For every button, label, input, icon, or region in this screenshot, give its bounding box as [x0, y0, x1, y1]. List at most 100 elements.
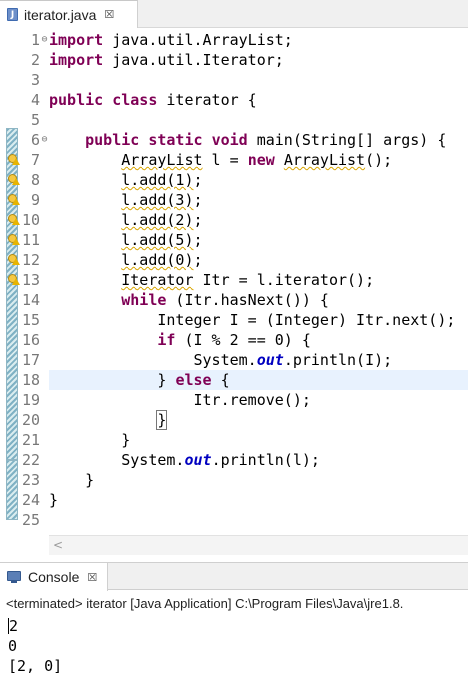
- console-output-line: 2: [8, 617, 19, 635]
- code-text: System.out.println(l);: [49, 451, 320, 469]
- line-number: 24: [21, 491, 40, 509]
- code-text: l.add(2);: [121, 211, 203, 229]
- line-number: 17: [21, 351, 40, 369]
- code-text: while (Itr.hasNext()) {: [121, 291, 329, 309]
- code-text: }: [49, 431, 131, 449]
- console-tab-bar: Console ☒: [0, 562, 468, 591]
- code-line[interactable]: 14 while (Itr.hasNext()) {: [0, 290, 468, 310]
- console-output-line: [2, 0]: [8, 657, 63, 675]
- code-line[interactable]: 1 ⊖ import java.util.ArrayList;: [0, 30, 468, 50]
- line-number: 10: [21, 211, 40, 229]
- console-icon: [6, 570, 22, 584]
- fold-toggle-icon[interactable]: ⊖: [40, 130, 49, 150]
- code-line[interactable]: 6 ⊖ public static void main(String[] args…: [0, 130, 468, 150]
- quick-fix-warning-icon[interactable]: [8, 274, 20, 286]
- close-console-icon[interactable]: ☒: [87, 571, 97, 584]
- horizontal-scrollbar[interactable]: <: [49, 535, 468, 555]
- line-number: 12: [21, 251, 40, 269]
- code-text: System.out.println(I);: [49, 351, 393, 369]
- code-text: } else {: [49, 371, 230, 389]
- line-number: 9: [30, 191, 40, 209]
- java-file-icon: J: [4, 7, 20, 23]
- line-number: 11: [21, 231, 40, 249]
- quick-fix-warning-icon[interactable]: [8, 174, 20, 186]
- line-number: 14: [21, 291, 40, 309]
- console-status: <terminated> iterator [Java Application]…: [6, 596, 404, 611]
- editor-tab-label: iterator.java: [24, 6, 97, 23]
- code-text: }: [49, 491, 59, 509]
- code-line[interactable]: 16 if (I % 2 == 0) {: [0, 330, 468, 350]
- code-text: ArrayList l = new ArrayList();: [121, 151, 393, 169]
- code-line[interactable]: 13 Iterator Itr = l.iterator();: [0, 270, 468, 290]
- console-output[interactable]: 2 0 [2, 0]: [8, 616, 468, 676]
- code-text: }: [156, 410, 168, 430]
- code-line[interactable]: 23 }: [0, 470, 468, 490]
- code-line[interactable]: 12 l.add(0);: [0, 250, 468, 270]
- code-text: Iterator Itr = l.iterator();: [121, 271, 375, 289]
- console-output-line: 0: [8, 637, 18, 655]
- line-number: 19: [21, 391, 40, 409]
- line-number: 1: [30, 31, 40, 49]
- code-text: l.add(1);: [121, 171, 203, 189]
- code-line[interactable]: 9 l.add(3);: [0, 190, 468, 210]
- fold-toggle-icon[interactable]: ⊖: [40, 30, 49, 50]
- line-number: 13: [21, 271, 40, 289]
- code-line[interactable]: 24}: [0, 490, 468, 510]
- code-line[interactable]: 18 } else {: [22, 370, 468, 390]
- code-line[interactable]: 21 }: [0, 430, 468, 450]
- line-number: 15: [21, 311, 40, 329]
- code-line[interactable]: 4 public class iterator {: [0, 90, 468, 110]
- code-line[interactable]: 11 l.add(5);: [0, 230, 468, 250]
- code-text: public class iterator {: [49, 91, 257, 109]
- quick-fix-warning-icon[interactable]: [8, 194, 20, 206]
- code-line[interactable]: 10 l.add(2);: [0, 210, 468, 230]
- line-number: 5: [30, 111, 40, 129]
- code-text: Integer I = (Integer) Itr.next();: [49, 311, 456, 329]
- code-line[interactable]: 17 System.out.println(I);: [0, 350, 468, 370]
- code-text: Itr.remove();: [49, 391, 311, 409]
- code-text: l.add(0);: [121, 251, 203, 269]
- code-line[interactable]: 5: [0, 110, 468, 130]
- code-text: }: [49, 471, 95, 489]
- editor-tab-iterator-java[interactable]: J iterator.java ☒: [0, 0, 138, 28]
- code-line[interactable]: 25: [0, 510, 468, 530]
- line-number: 22: [21, 451, 40, 469]
- code-line[interactable]: 8 l.add(1);: [0, 170, 468, 190]
- close-tab-icon[interactable]: ☒: [104, 8, 114, 21]
- editor-tab-bar: J iterator.java ☒: [0, 0, 468, 28]
- quick-fix-warning-icon[interactable]: [8, 234, 20, 246]
- line-number: 8: [30, 171, 40, 189]
- quick-fix-warning-icon[interactable]: [8, 214, 20, 226]
- code-text: if (I % 2 == 0) {: [157, 331, 311, 349]
- code-text: import java.util.ArrayList;: [49, 31, 293, 49]
- code-line[interactable]: 15 Integer I = (Integer) Itr.next();: [0, 310, 468, 330]
- code-text: l.add(3);: [121, 191, 203, 209]
- code-editor[interactable]: 1 ⊖ import java.util.ArrayList; 2 import jav…: [0, 28, 468, 556]
- code-lines: 1 ⊖ import java.util.ArrayList; 2 import jav…: [0, 30, 468, 530]
- line-number: 4: [30, 91, 40, 109]
- code-text: l.add(5);: [121, 231, 203, 249]
- line-number: 3: [30, 71, 40, 89]
- line-number: 25: [21, 511, 40, 529]
- line-number: 20: [21, 411, 40, 429]
- code-text: import java.util.Iterator;: [49, 51, 284, 69]
- code-line[interactable]: 19 Itr.remove();: [0, 390, 468, 410]
- code-line[interactable]: 3: [0, 70, 468, 90]
- console-tab[interactable]: Console ☒: [0, 563, 108, 591]
- line-number: 2: [30, 51, 40, 69]
- code-text: public static void main(String[] args) {: [85, 131, 447, 149]
- line-number: 23: [21, 471, 40, 489]
- code-line[interactable]: 22 System.out.println(l);: [0, 450, 468, 470]
- line-number: 6: [30, 131, 40, 149]
- line-number: 7: [30, 151, 40, 169]
- line-number: 18: [21, 371, 40, 389]
- code-line[interactable]: 7 ArrayList l = new ArrayList();: [0, 150, 468, 170]
- code-line[interactable]: 20 }: [0, 410, 468, 430]
- line-number: 21: [21, 431, 40, 449]
- scroll-left-icon[interactable]: <: [53, 538, 63, 552]
- code-line[interactable]: 2 import java.util.Iterator;: [0, 50, 468, 70]
- line-number: 16: [21, 331, 40, 349]
- quick-fix-warning-icon[interactable]: [8, 254, 20, 266]
- quick-fix-warning-icon[interactable]: [8, 154, 20, 166]
- console-tab-label: Console: [28, 569, 80, 585]
